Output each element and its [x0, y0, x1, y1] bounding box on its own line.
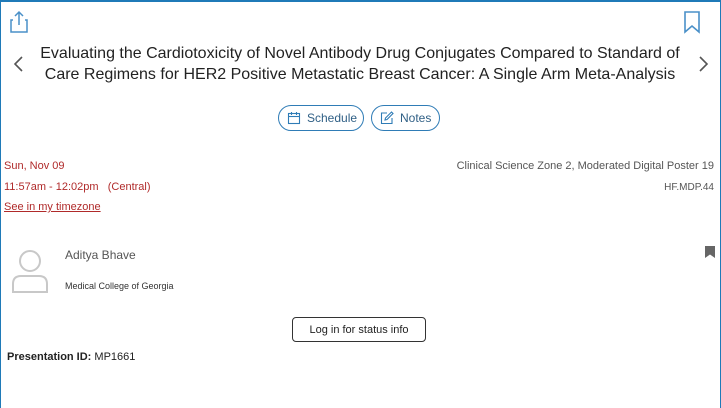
login-status-button[interactable]: Log in for status info	[292, 317, 426, 342]
session-time: 11:57am - 12:02pm (Central)	[4, 181, 151, 193]
previous-button[interactable]	[8, 52, 28, 76]
notes-label: Notes	[400, 111, 432, 125]
author-avatar	[11, 248, 49, 294]
author-affiliation: Medical College of Georgia	[65, 281, 174, 291]
author-bookmark-button[interactable]	[704, 245, 716, 259]
author-name: Aditya Bhave	[65, 248, 136, 262]
presentation-id-value: MP1661	[94, 351, 136, 363]
window-left-border	[0, 0, 1, 408]
session-date: Sun, Nov 09	[4, 160, 65, 172]
share-button[interactable]	[7, 8, 31, 36]
chevron-left-icon	[13, 56, 23, 72]
schedule-label: Schedule	[307, 111, 358, 125]
user-icon	[12, 250, 48, 293]
next-button[interactable]	[694, 52, 714, 76]
chevron-right-icon	[699, 56, 709, 72]
bookmark-icon	[684, 11, 700, 34]
presentation-id: Presentation ID: MP1661	[7, 351, 135, 363]
bookmark-button[interactable]	[680, 8, 704, 36]
edit-note-icon	[380, 111, 394, 125]
timezone-link[interactable]: See in my timezone	[4, 201, 101, 213]
share-icon	[10, 10, 28, 33]
presentation-id-label: Presentation ID:	[7, 351, 92, 363]
session-location: Clinical Science Zone 2, Moderated Digit…	[456, 160, 714, 172]
window-top-border	[0, 0, 721, 2]
schedule-button[interactable]: Schedule	[278, 105, 364, 131]
calendar-icon	[287, 111, 301, 125]
bookmark-filled-icon	[705, 246, 715, 258]
session-code: HF.MDP.44	[664, 182, 714, 193]
notes-button[interactable]: Notes	[371, 105, 440, 131]
page-title: Evaluating the Cardiotoxicity of Novel A…	[40, 45, 680, 83]
